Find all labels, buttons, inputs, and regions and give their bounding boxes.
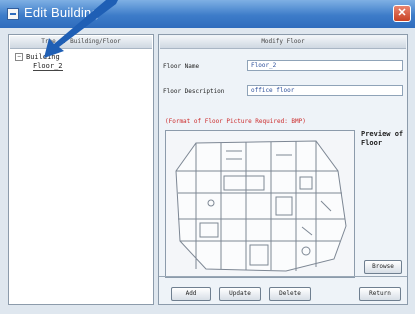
floor-plan-drawing: [175, 140, 347, 272]
add-button[interactable]: Add: [171, 287, 211, 301]
browse-button[interactable]: Browse: [364, 260, 402, 274]
tree-node-floor-label: Floor_2: [33, 62, 63, 71]
button-separator: [159, 276, 407, 277]
floor-description-label: Floor Description: [163, 88, 225, 95]
modify-panel-header: Modify Floor: [160, 36, 406, 49]
floor-name-input[interactable]: Floor_2: [247, 60, 403, 71]
edit-building-window: Edit Building ✕ Tree of Building/Floor −…: [0, 0, 415, 314]
building-tree-panel: Tree of Building/Floor − Building Floor_2: [8, 34, 154, 305]
tree-node-floor[interactable]: Floor_2: [15, 62, 63, 71]
collapse-toggle-icon[interactable]: −: [15, 53, 23, 61]
update-button[interactable]: Update: [219, 287, 261, 301]
return-button[interactable]: Return: [359, 287, 401, 301]
pointer-arrow-icon: [44, 0, 118, 58]
floor-description-input[interactable]: office floor: [247, 85, 403, 96]
window-icon: [7, 8, 19, 20]
close-button[interactable]: ✕: [393, 5, 411, 22]
picture-format-note: (Format of Floor Picture Required: BMP): [165, 118, 306, 125]
floor-name-label: Floor Name: [163, 63, 200, 70]
modify-floor-panel: Modify Floor Floor Name Floor_2 Floor De…: [158, 34, 408, 305]
floor-preview-image: [165, 130, 355, 278]
preview-of-floor-label: Preview of Floor: [361, 130, 404, 147]
delete-button[interactable]: Delete: [269, 287, 311, 301]
